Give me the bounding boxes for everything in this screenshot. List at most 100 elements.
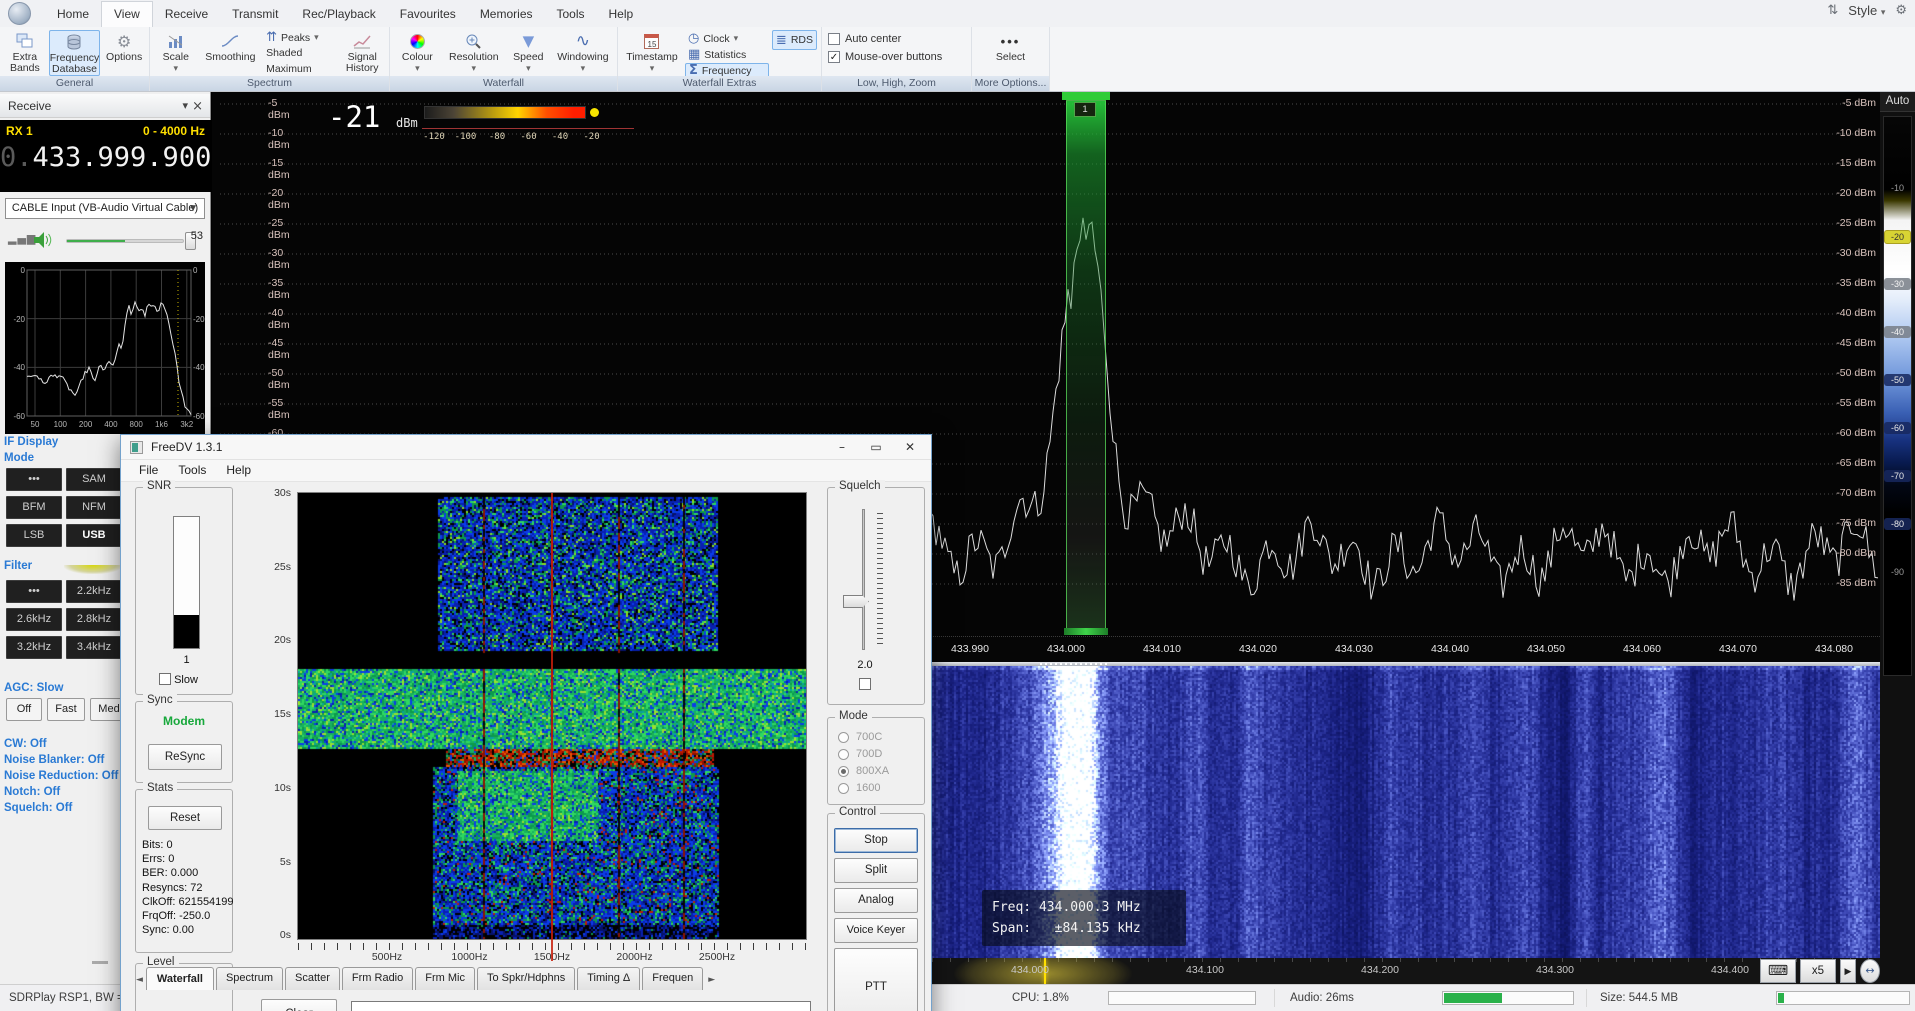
mode-more-button[interactable]: ••• — [6, 468, 62, 491]
extra-bands-label: Extra Bands — [4, 52, 46, 74]
extra-bands-button[interactable]: Extra Bands — [4, 30, 46, 76]
ribbon-collapse-icon[interactable]: ⇅ — [1827, 3, 1838, 18]
freedv-maximize-button[interactable]: ▭ — [859, 435, 893, 459]
palette-gradient-bar[interactable] — [1883, 116, 1912, 676]
ribbon-tab-8[interactable]: Help — [597, 2, 646, 27]
colour-button[interactable]: Colour ▾ — [394, 30, 441, 76]
palette-legend-bar[interactable] — [424, 106, 586, 119]
ribbon-tab-4[interactable]: Rec/Playback — [290, 2, 387, 27]
resync-button[interactable]: ReSync — [148, 744, 222, 770]
tab-scroll-left-icon[interactable]: ◄ — [133, 970, 146, 990]
filter-3k4-button[interactable]: 3.4kHz — [66, 636, 122, 659]
ribbon-tab-2[interactable]: Receive — [153, 2, 220, 27]
audio-device-select[interactable]: CABLE Input (VB-Audio Virtual Cable)▼ — [5, 198, 205, 219]
statistics-button[interactable]: ▦ Statistics — [685, 47, 769, 62]
split-button[interactable]: Split — [834, 858, 918, 883]
volume-slider[interactable] — [66, 239, 184, 243]
freedv-menu-1[interactable]: Tools — [168, 460, 216, 481]
zoom-arrow-button[interactable]: ▶ — [1840, 959, 1856, 983]
mode-sam-button[interactable]: SAM — [66, 468, 122, 491]
filter-3k2-button[interactable]: 3.2kHz — [6, 636, 62, 659]
squelch-slider-track[interactable] — [862, 509, 865, 650]
panel-close-icon[interactable]: × — [192, 99, 203, 114]
ribbon-tab-0[interactable]: Home — [45, 2, 101, 27]
auto-scale-button[interactable]: Auto — [1880, 92, 1915, 112]
timestamp-button[interactable]: 15 Timestamp ▾ — [622, 30, 682, 76]
mode-bfm-button[interactable]: BFM — [6, 496, 62, 519]
auto-center-checkbox[interactable]: Auto center — [828, 33, 965, 45]
squelch-enable-checkbox[interactable] — [859, 677, 871, 691]
mode-lsb-button[interactable]: LSB — [6, 524, 62, 547]
mode-nfm-button[interactable]: NFM — [66, 496, 122, 519]
panel-menu-icon[interactable]: ▾ — [182, 99, 188, 112]
maximum-button[interactable]: Maximum — [263, 62, 336, 77]
freedv-tab-1[interactable]: Spectrum — [216, 967, 283, 990]
radio-700d[interactable] — [838, 749, 849, 760]
shaded-button[interactable]: Shaded — [263, 46, 336, 61]
keyboard-entry-button[interactable]: ⌨ — [1760, 959, 1796, 983]
snr-slow-checkbox[interactable]: Slow — [159, 673, 198, 686]
ribbon-tab-6[interactable]: Memories — [468, 2, 545, 27]
freedv-menu-0[interactable]: File — [129, 460, 168, 481]
stats-reset-button[interactable]: Reset — [148, 806, 222, 830]
radio-1600[interactable] — [838, 783, 849, 794]
agc-off-button[interactable]: Off — [6, 698, 42, 721]
ribbon-tab-5[interactable]: Favourites — [388, 2, 468, 27]
radio-800xa[interactable] — [838, 766, 849, 777]
span-expand-button[interactable]: ↔ — [1860, 959, 1880, 983]
stop-button[interactable]: Stop — [834, 828, 918, 853]
ptt-button[interactable]: PTT — [834, 948, 918, 1011]
radio-700c[interactable] — [838, 732, 849, 743]
ribbon-tab-7[interactable]: Tools — [545, 2, 597, 27]
smoothing-button[interactable]: Smoothing — [201, 30, 260, 76]
rx-marker-badge[interactable]: 1 — [1074, 102, 1096, 117]
analog-button[interactable]: Analog — [834, 888, 918, 913]
voice-keyer-button[interactable]: Voice Keyer — [834, 918, 918, 943]
freedv-tab-3[interactable]: Frm Radio — [342, 967, 413, 990]
tuned-frequency[interactable]: 0.433.999.900 — [0, 142, 211, 173]
style-menu[interactable]: Style ▾ — [1848, 3, 1885, 18]
splitter-grip[interactable] — [1040, 663, 1110, 665]
freedv-menu-2[interactable]: Help — [216, 460, 261, 481]
freedv-tab-6[interactable]: Timing Δ — [577, 967, 640, 990]
freedv-tab-2[interactable]: Scatter — [285, 967, 340, 990]
mouse-over-buttons-checkbox[interactable]: ✓ Mouse-over buttons — [828, 51, 965, 63]
freedv-minimize-button[interactable]: – — [825, 435, 859, 459]
speaker-icon[interactable] — [32, 230, 54, 250]
freedv-text-input[interactable] — [351, 1001, 811, 1011]
filter-2k2-button[interactable]: 2.2kHz — [66, 580, 122, 603]
freedv-tab-4[interactable]: Frm Mic — [415, 967, 475, 990]
freedv-title-bar[interactable]: FreeDV 1.3.1 – ▭ ✕ — [121, 435, 931, 460]
ribbon-tab-1[interactable]: View — [101, 1, 153, 27]
filter-2k6-button[interactable]: 2.6kHz — [6, 608, 62, 631]
ribbon-tab-3[interactable]: Transmit — [220, 2, 290, 27]
freedv-tab-7[interactable]: Frequen — [642, 967, 703, 990]
signal-history-button[interactable]: Signal History — [339, 30, 385, 76]
mode-usb-button[interactable]: USB — [66, 524, 122, 547]
peaks-button[interactable]: ⇈ Peaks ▾ — [263, 30, 336, 45]
settings-gear-icon[interactable]: ⚙ — [1895, 3, 1907, 18]
freedv-window[interactable]: FreeDV 1.3.1 – ▭ ✕ FileToolsHelp SNR 1 S… — [120, 434, 932, 1011]
app-menu-button[interactable] — [8, 2, 31, 25]
agc-fast-button[interactable]: Fast — [47, 698, 85, 721]
resolution-button[interactable]: Resolution ▾ — [444, 30, 504, 76]
filter-more-button[interactable]: ••• — [6, 580, 62, 603]
freedv-tab-5[interactable]: To Spkr/Hdphns — [477, 967, 575, 990]
scale-button[interactable]: Scale ▾ — [154, 30, 198, 76]
freedv-close-button[interactable]: ✕ — [893, 435, 927, 459]
select-button[interactable]: ••• Select — [982, 30, 1040, 76]
filter-2k8-button[interactable]: 2.8kHz — [66, 608, 122, 631]
windowing-button[interactable]: ∿ Windowing ▾ — [553, 30, 613, 76]
options-button[interactable]: ⚙ Options — [103, 30, 145, 76]
panel-splitter-handle[interactable] — [92, 961, 108, 964]
frequency-database-button[interactable]: Frequency Database — [49, 30, 101, 76]
tab-scroll-right-icon[interactable]: ► — [705, 970, 718, 990]
rds-button[interactable]: ≣ RDS — [772, 30, 817, 50]
speed-button[interactable]: ▼ Speed ▾ — [507, 30, 550, 76]
rx-passband-highlight[interactable] — [1066, 100, 1106, 634]
zoom-x5-button[interactable]: x5 — [1800, 959, 1836, 983]
clear-button[interactable]: Clear — [261, 999, 337, 1011]
group-label-spectrum: Spectrum — [150, 76, 389, 91]
freedv-tab-0[interactable]: Waterfall — [146, 967, 214, 990]
clock-button[interactable]: ◷ Clock ▾ — [685, 31, 769, 46]
